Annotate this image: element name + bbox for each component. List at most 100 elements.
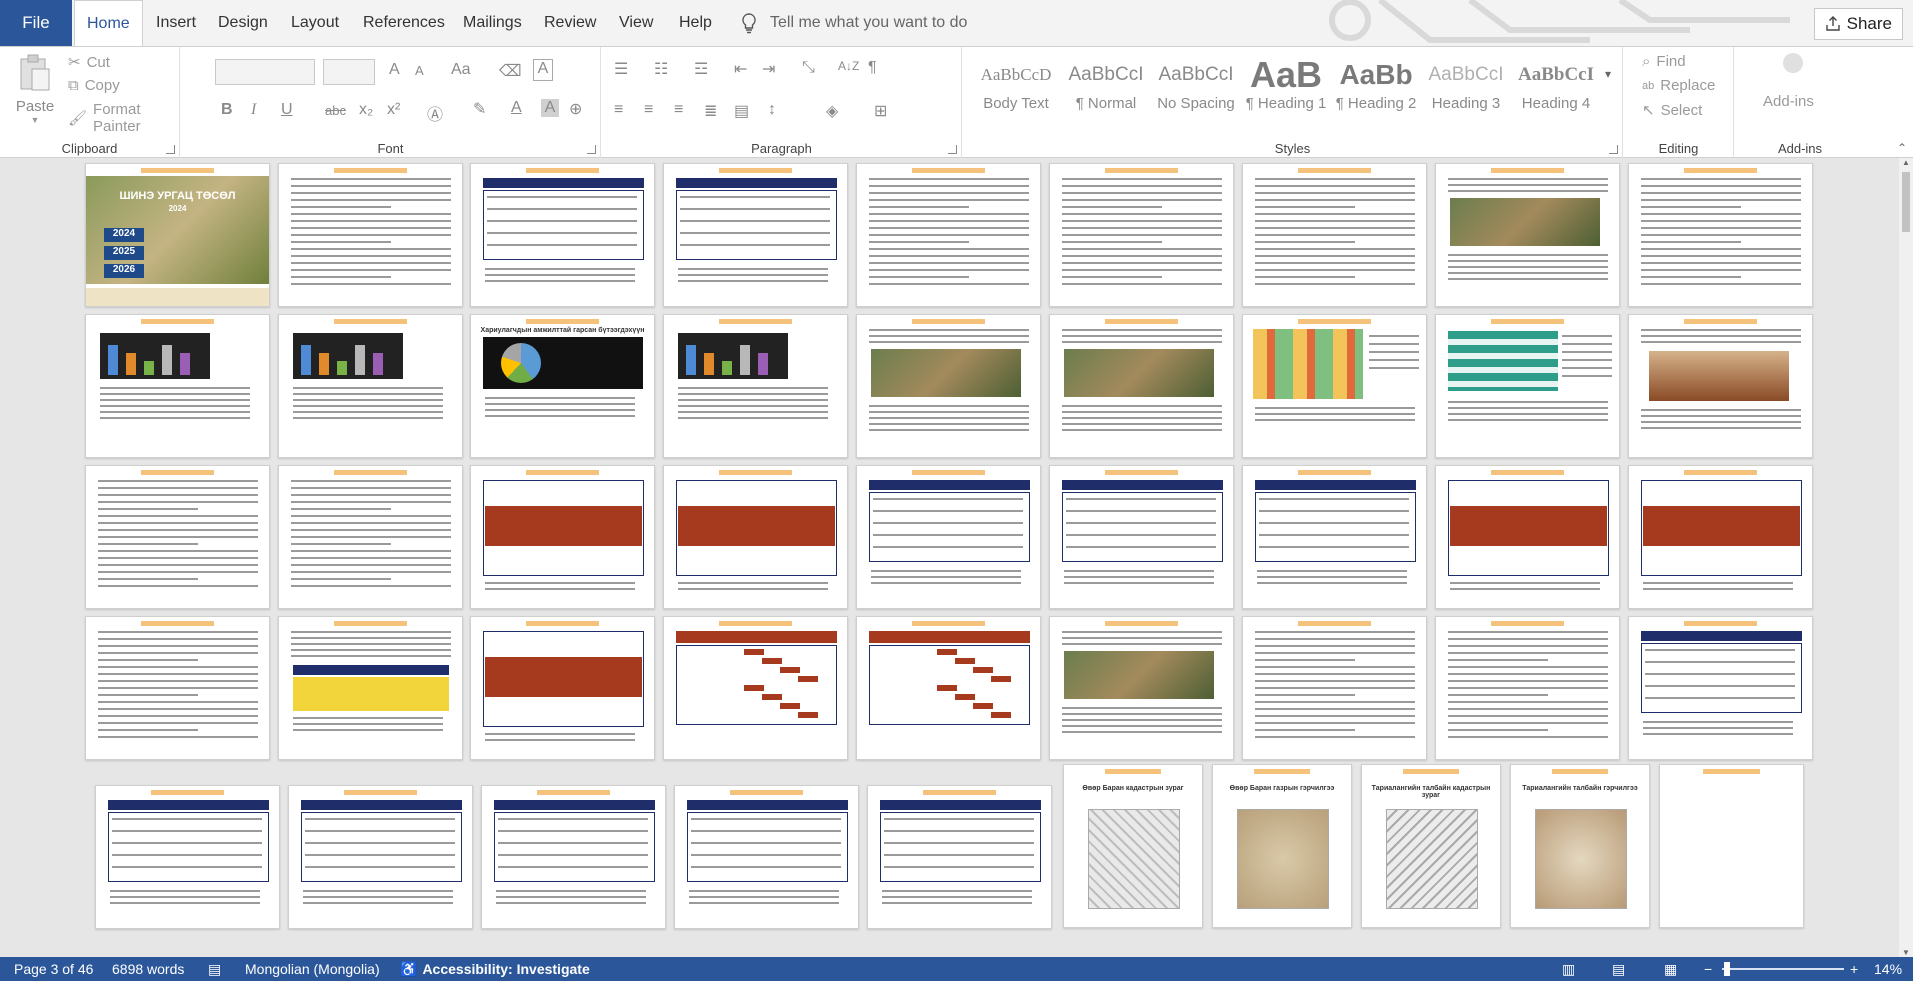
page-thumbnail[interactable] (1628, 465, 1813, 609)
superscript-button[interactable]: x² (387, 101, 400, 119)
copy-button[interactable]: ⧉ Copy (68, 77, 120, 94)
scroll-thumb[interactable] (1902, 172, 1910, 232)
tab-help[interactable]: Help (679, 0, 712, 46)
paint-bucket-icon[interactable]: ◈ (826, 101, 838, 121)
change-case-button[interactable]: Aa (451, 61, 471, 79)
page-thumbnail[interactable] (663, 163, 848, 307)
page-thumbnail[interactable] (1049, 616, 1234, 760)
distributed-icon[interactable]: ▤ (734, 101, 749, 121)
page-thumbnail[interactable] (1049, 465, 1234, 609)
align-center-icon[interactable]: ≡ (644, 101, 653, 119)
page-thumbnail[interactable]: ШИНЭ УРГАЦ ТӨСӨЛ 2024 2024 2025 2026 (85, 163, 270, 307)
page-thumbnail[interactable] (470, 616, 655, 760)
page-thumbnail[interactable]: Өвөр Баран кадастрын зураг (1063, 764, 1203, 928)
multilevel-list-icon[interactable]: ☲ (694, 59, 708, 79)
style-heading-3[interactable]: AaBbCcI Heading 3 (1423, 55, 1509, 125)
font-size-combo[interactable] (323, 59, 375, 85)
zoom-in-icon[interactable]: + (1850, 957, 1858, 981)
style-heading-1[interactable]: AaB ¶ Heading 1 (1243, 55, 1329, 125)
page-thumbnail[interactable] (1435, 163, 1620, 307)
page-thumbnail[interactable] (288, 785, 473, 929)
tab-layout[interactable]: Layout (291, 0, 339, 46)
read-mode-icon[interactable]: ▥ (1562, 957, 1575, 981)
page-thumbnail[interactable] (674, 785, 859, 929)
page-thumbnail[interactable] (278, 616, 463, 760)
cut-button[interactable]: ✂ Cut (68, 53, 110, 72)
align-left-icon[interactable]: ≡ (614, 101, 623, 119)
style-normal[interactable]: AaBbCcI ¶ Normal (1063, 55, 1149, 125)
addins-button[interactable]: Add-ins (1763, 93, 1814, 110)
page-thumbnail[interactable] (1435, 465, 1620, 609)
page-thumbnail[interactable] (85, 616, 270, 760)
tab-review[interactable]: Review (544, 0, 596, 46)
enclose-character-icon[interactable]: ⊕ (569, 99, 582, 119)
page-thumbnail[interactable] (1242, 314, 1427, 458)
print-layout-icon[interactable]: ▤ (1612, 957, 1625, 981)
bullets-icon[interactable]: ☰ (614, 59, 628, 79)
page-thumbnail[interactable] (856, 465, 1041, 609)
scroll-down-icon[interactable]: ▼ (1899, 948, 1913, 957)
tab-references[interactable]: References (363, 0, 445, 46)
italic-button[interactable]: I (251, 101, 256, 119)
tab-file[interactable]: File (0, 0, 72, 46)
page-thumbnail[interactable]: Хариулагчдын амжилттай гарсан бүтээгдэхү… (470, 314, 655, 458)
subscript-button[interactable]: x₂ (359, 101, 373, 119)
word-count[interactable]: 6898 words (112, 957, 184, 981)
page-thumbnail[interactable] (85, 314, 270, 458)
page-thumbnail[interactable] (95, 785, 280, 929)
line-spacing-icon[interactable]: ↕ (768, 101, 776, 119)
text-effects-icon[interactable]: Ⓐ (427, 101, 443, 125)
page-thumbnail[interactable]: Тариалангийн талбайн кадастрын зураг (1361, 764, 1501, 928)
page-thumbnail[interactable] (1628, 616, 1813, 760)
page-thumbnail[interactable] (867, 785, 1052, 929)
page-thumbnail[interactable]: Өвөр Баран газрын гэрчилгээ (1212, 764, 1352, 928)
style-body-text[interactable]: AaBbCcD Body Text (973, 55, 1059, 125)
style-no-spacing[interactable]: AaBbCcI No Spacing (1153, 55, 1239, 125)
strikethrough-button[interactable]: abc (325, 103, 346, 118)
numbering-icon[interactable]: ☷ (654, 59, 668, 79)
tab-insert[interactable]: Insert (156, 0, 196, 46)
show-marks-button[interactable]: ¶ (868, 59, 877, 77)
share-button[interactable]: Share (1813, 8, 1903, 40)
style-heading-2[interactable]: AaBb ¶ Heading 2 (1333, 55, 1419, 125)
sort-button[interactable]: A↓Z (838, 59, 859, 73)
page-thumbnail[interactable] (663, 616, 848, 760)
page-count[interactable]: Page 3 of 46 (14, 957, 93, 981)
font-launcher-icon[interactable] (587, 145, 596, 154)
select-button[interactable]: ↖ Select (1642, 101, 1702, 120)
text-direction-icon[interactable]: ⤡ (802, 59, 815, 77)
page-thumbnail[interactable] (1242, 616, 1427, 760)
bold-button[interactable]: B (221, 101, 233, 119)
page-thumbnail[interactable] (856, 163, 1041, 307)
page-thumbnail[interactable] (1628, 314, 1813, 458)
language-indicator[interactable]: Mongolian (Mongolia) (245, 957, 380, 981)
web-layout-icon[interactable]: ▦ (1664, 957, 1677, 981)
zoom-out-icon[interactable]: − (1704, 957, 1712, 981)
find-button[interactable]: ⌕ Find (1642, 53, 1686, 70)
page-thumbnail[interactable] (1242, 163, 1427, 307)
page-thumbnail[interactable] (1049, 163, 1234, 307)
tell-me-box[interactable]: Tell me what you want to do (740, 0, 967, 46)
page-thumbnail[interactable]: Тариалангийн талбайн гэрчилгээ (1510, 764, 1650, 928)
page-thumbnail[interactable] (1049, 314, 1234, 458)
page-thumbnail[interactable] (1435, 616, 1620, 760)
paragraph-launcher-icon[interactable] (948, 145, 957, 154)
proofing-icon[interactable]: ▤ (208, 957, 221, 981)
format-painter-button[interactable]: 🖌 Format Painter (68, 101, 179, 135)
styles-gallery-more-icon[interactable]: ▾ (1605, 67, 1611, 81)
tab-mailings[interactable]: Mailings (463, 0, 522, 46)
scroll-up-icon[interactable]: ▲ (1899, 158, 1913, 167)
paste-button[interactable]: Paste ▼ (12, 53, 58, 133)
tab-view[interactable]: View (619, 0, 653, 46)
page-thumbnail[interactable] (470, 163, 655, 307)
page-thumbnail[interactable] (1628, 163, 1813, 307)
highlight-color-icon[interactable]: ✎ (473, 99, 486, 119)
page-thumbnail[interactable] (278, 465, 463, 609)
tab-design[interactable]: Design (218, 0, 268, 46)
zoom-slider-thumb[interactable] (1724, 962, 1730, 976)
page-thumbnail[interactable] (1242, 465, 1427, 609)
page-thumbnail[interactable] (470, 465, 655, 609)
font-name-combo[interactable] (215, 59, 315, 85)
page-thumbnail[interactable] (278, 163, 463, 307)
styles-launcher-icon[interactable] (1609, 145, 1618, 154)
